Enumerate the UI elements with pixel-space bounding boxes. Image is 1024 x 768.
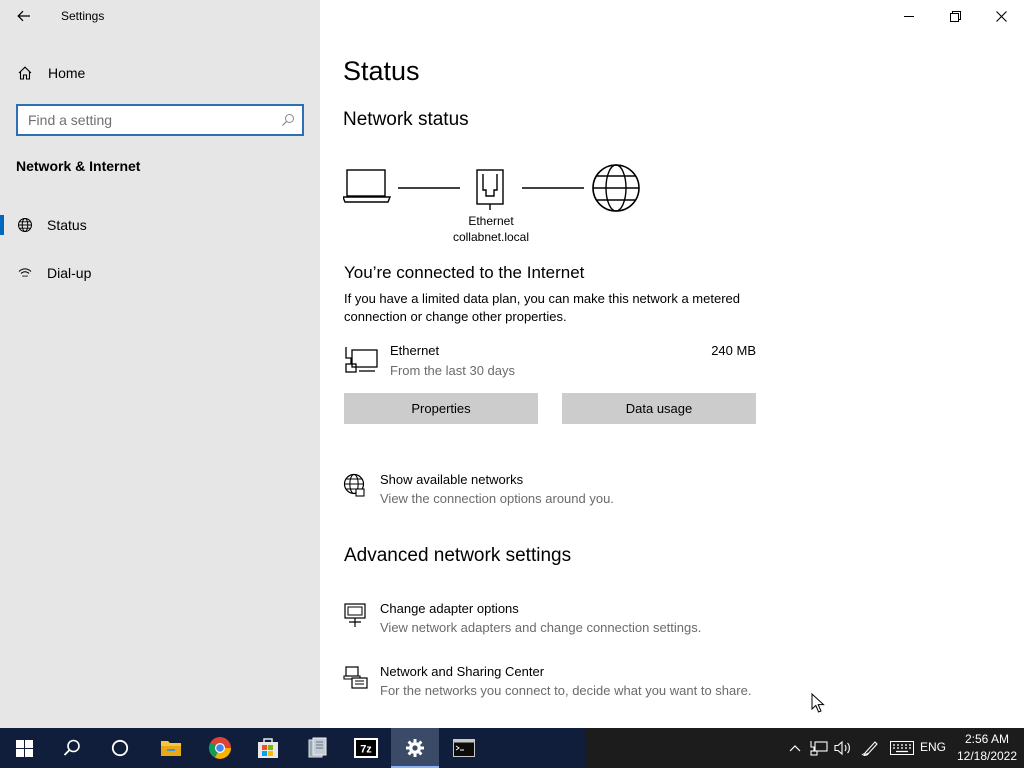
connected-heading: You’re connected to the Internet: [344, 263, 585, 282]
ethernet-icon: [345, 347, 378, 373]
chrome-icon: [209, 737, 231, 759]
clock-time: 2:56 AM: [964, 732, 1010, 746]
data-usage-value: 240 MB: [711, 343, 756, 358]
restore-button[interactable]: [932, 0, 978, 32]
sharing-center-icon: [343, 665, 369, 691]
clock[interactable]: 2:56 AM 12/18/2022: [956, 731, 1018, 765]
close-button[interactable]: [978, 0, 1024, 32]
taskbar-search-button[interactable]: [48, 728, 96, 768]
tray-keyboard-button[interactable]: [889, 728, 915, 768]
network-globe-icon: [343, 473, 367, 499]
minimize-icon: [904, 16, 914, 17]
archive-app-button[interactable]: [293, 728, 341, 768]
volume-icon: [834, 740, 850, 756]
network-status-heading: Network status: [343, 109, 469, 130]
cortana-button[interactable]: [96, 728, 144, 768]
back-arrow-icon: [17, 10, 30, 22]
tray-volume-button[interactable]: [832, 728, 854, 768]
show-networks-title: Show available networks: [380, 472, 524, 487]
show-networks-desc: View the connection options around you.: [380, 491, 614, 506]
file-explorer-button[interactable]: [147, 728, 195, 768]
keyboard-icon: [890, 741, 914, 755]
cortana-icon: [111, 739, 129, 757]
terminal-icon: [453, 739, 475, 757]
properties-button[interactable]: Properties: [344, 393, 538, 424]
data-usage-button[interactable]: Data usage: [562, 393, 756, 424]
adapter-monitor-icon: [343, 602, 367, 628]
tray-pen-button[interactable]: [859, 728, 881, 768]
terminal-button[interactable]: [440, 728, 488, 768]
7zip-button[interactable]: 7z: [342, 728, 390, 768]
show-networks-link[interactable]: Show available networks View the connect…: [343, 472, 773, 513]
7zip-icon: 7z: [354, 738, 378, 758]
taskbar: 7z ENG 2:56 AM 12/18/2022: [0, 728, 1024, 768]
status-icon: [17, 217, 33, 233]
page-title: Status: [343, 56, 420, 86]
store-button[interactable]: [244, 728, 292, 768]
search-icon: [63, 739, 80, 756]
restore-icon: [949, 10, 961, 22]
close-icon: [995, 10, 1007, 22]
search-icon[interactable]: [281, 113, 295, 127]
mouse-cursor-icon: [811, 693, 825, 713]
gear-icon: [406, 739, 424, 757]
diagram-domain: collabnet.local: [452, 230, 530, 244]
chrome-button[interactable]: [196, 728, 244, 768]
sidebar-item-status[interactable]: Status: [0, 205, 320, 245]
sidebar-item-label: Dial-up: [47, 265, 92, 281]
settings-app-button[interactable]: [391, 728, 439, 768]
connection-name: Ethernet: [390, 343, 440, 358]
sidebar-item-label: Status: [47, 217, 87, 233]
search-input[interactable]: [28, 106, 278, 134]
tray-overflow-button[interactable]: [784, 728, 806, 768]
chevron-up-icon: [789, 745, 801, 752]
app-title: Settings: [61, 9, 105, 23]
network-sharing-center-link[interactable]: Network and Sharing Center For the netwo…: [343, 664, 773, 705]
ethernet-port-icon: [476, 169, 504, 210]
folder-icon: [161, 741, 181, 756]
network-diagram: [343, 164, 640, 212]
dialup-icon: [17, 265, 33, 281]
back-button[interactable]: [12, 6, 36, 26]
sidebar: Settings Home Network & Internet Status …: [0, 0, 320, 728]
tray-network-button[interactable]: [808, 728, 830, 768]
network-tray-icon: [810, 741, 828, 756]
language-indicator[interactable]: ENG: [920, 740, 946, 754]
clock-date: 12/18/2022: [956, 749, 1018, 763]
section-title: Network & Internet: [16, 158, 141, 174]
home-label: Home: [48, 65, 86, 81]
diagram-adapter-name: Ethernet: [468, 214, 514, 228]
svg-text:7z: 7z: [360, 744, 372, 756]
store-icon: [258, 738, 278, 758]
advanced-settings-heading: Advanced network settings: [344, 545, 572, 566]
sharing-center-title: Network and Sharing Center: [380, 664, 545, 679]
connected-description: If you have a limited data plan, you can…: [344, 291, 740, 324]
archive-app-icon: [308, 737, 327, 758]
globe-icon: [592, 164, 640, 212]
diagram-caption: Ethernet collabnet.local: [440, 213, 542, 245]
home-icon: [17, 65, 33, 81]
windows-logo-icon: [15, 739, 33, 757]
pen-icon: [861, 741, 878, 756]
adapter-options-title: Change adapter options: [380, 601, 519, 616]
sidebar-item-dialup[interactable]: Dial-up: [0, 253, 320, 293]
nav-home[interactable]: Home: [0, 58, 320, 88]
sharing-center-desc: For the networks you connect to, decide …: [380, 683, 752, 698]
search-box[interactable]: [16, 104, 304, 136]
start-button[interactable]: [0, 728, 48, 768]
connection-subtitle: From the last 30 days: [390, 363, 515, 378]
change-adapter-options-link[interactable]: Change adapter options View network adap…: [343, 601, 773, 642]
laptop-icon: [343, 169, 392, 203]
minimize-button[interactable]: [886, 0, 932, 32]
adapter-options-desc: View network adapters and change connect…: [380, 620, 702, 635]
